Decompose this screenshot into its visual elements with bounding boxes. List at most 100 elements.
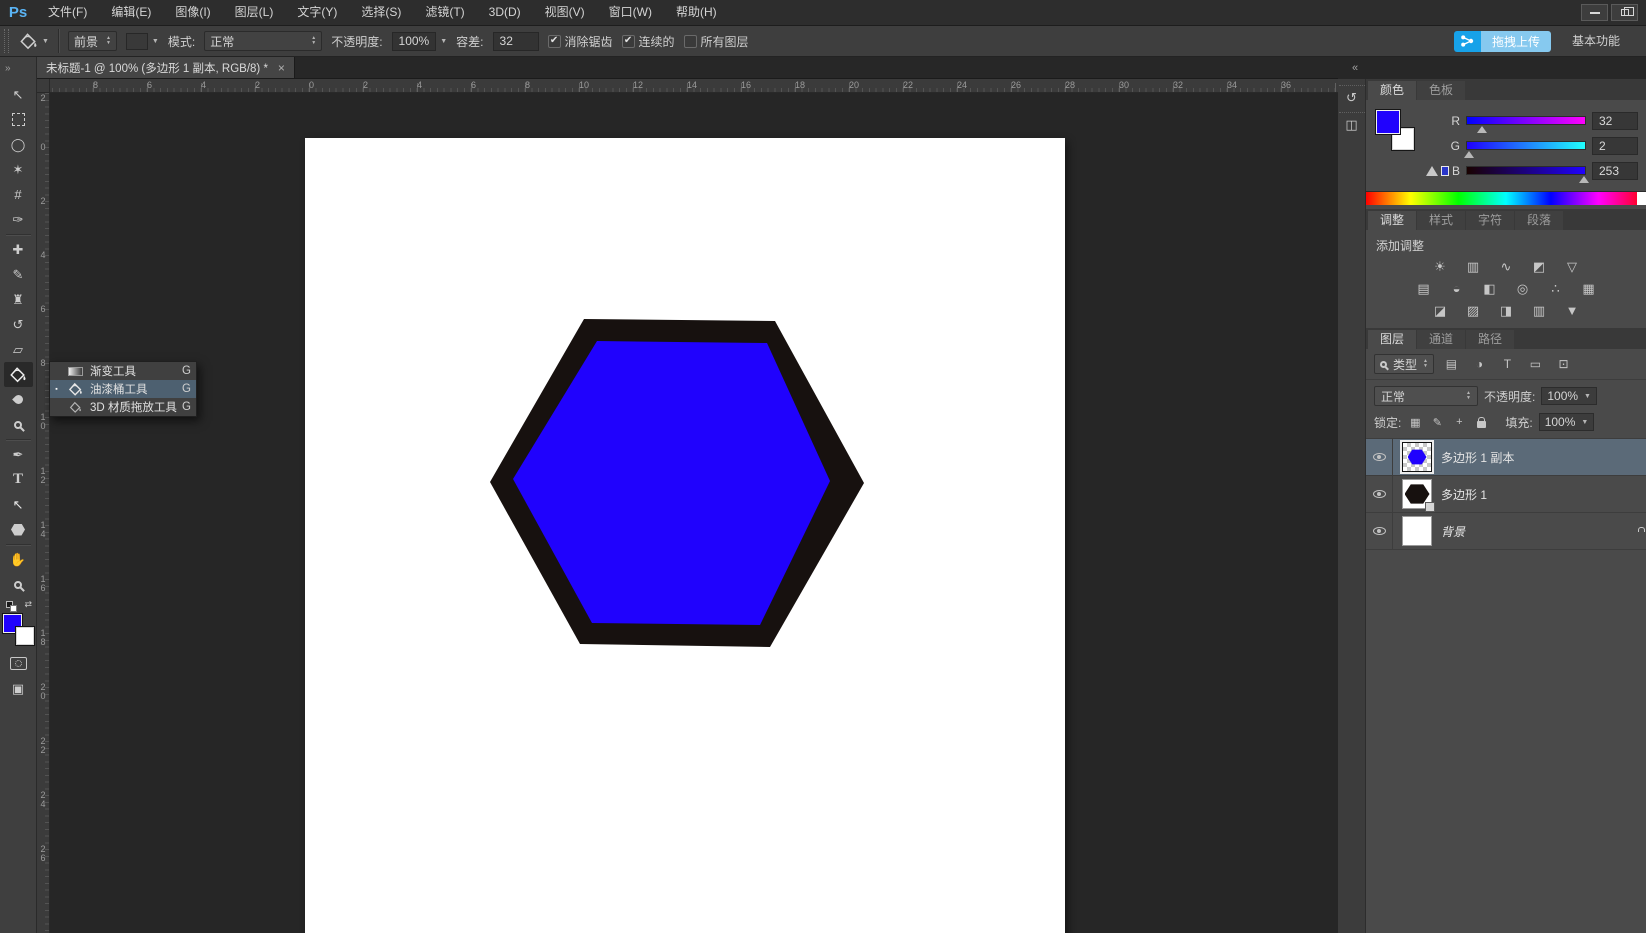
lock-position-icon[interactable]: + (1451, 415, 1467, 430)
red-value[interactable]: 32 (1592, 112, 1638, 130)
layer-row-polygon-1[interactable]: 多边形 1 (1366, 476, 1646, 513)
filter-pixel-layers-icon[interactable]: ▤ (1441, 355, 1462, 373)
layer-name[interactable]: 多边形 1 (1441, 486, 1487, 503)
filter-shape-layers-icon[interactable]: ▭ (1525, 355, 1546, 373)
layer-row-background[interactable]: 背景 (1366, 513, 1646, 550)
color-balance-icon[interactable]: ◒ (1445, 279, 1469, 298)
close-tab-icon[interactable]: × (278, 61, 285, 75)
tab-layers[interactable]: 图层 (1368, 330, 1416, 349)
options-grip[interactable] (4, 29, 9, 53)
workspace-switcher[interactable]: 基本功能 (1560, 27, 1632, 56)
magic-wand-tool[interactable]: ✶ (4, 157, 33, 182)
brightness-contrast-icon[interactable]: ☀ (1428, 257, 1452, 276)
vibrance-icon[interactable]: ▽ (1560, 257, 1584, 276)
filter-smart-objects-icon[interactable]: ⊡ (1553, 355, 1574, 373)
paint-bucket-tool[interactable] (4, 362, 33, 387)
tab-styles[interactable]: 样式 (1417, 211, 1465, 230)
menu-3d[interactable]: 3D(D) (477, 0, 533, 25)
anti-alias-checkbox[interactable]: ✔ (548, 35, 561, 48)
hue-saturation-icon[interactable]: ▤ (1412, 279, 1436, 298)
restore-button[interactable] (1611, 4, 1638, 21)
clone-stamp-tool[interactable]: ♜ (4, 287, 33, 312)
all-layers-option[interactable]: 所有图层 (684, 33, 749, 50)
minimize-button[interactable] (1581, 4, 1608, 21)
menu-select[interactable]: 选择(S) (349, 0, 413, 25)
exposure-icon[interactable]: ◩ (1527, 257, 1551, 276)
layer-name[interactable]: 背景 (1441, 523, 1465, 540)
opacity-value[interactable]: 100% (392, 32, 437, 51)
slider-thumb[interactable] (1464, 151, 1474, 158)
invert-icon[interactable]: ◪ (1428, 301, 1452, 320)
visibility-toggle[interactable] (1366, 439, 1393, 475)
gradient-map-icon[interactable]: ▥ (1527, 301, 1551, 320)
document-canvas[interactable] (305, 138, 1065, 933)
pasteboard[interactable] (50, 93, 1338, 933)
contiguous-option[interactable]: ✔ 连续的 (622, 33, 675, 50)
blue-value[interactable]: 253 (1592, 162, 1638, 180)
tab-channels[interactable]: 通道 (1417, 330, 1465, 349)
pen-tool[interactable]: ✒ (4, 442, 33, 467)
menu-window[interactable]: 窗口(W) (597, 0, 664, 25)
gamut-color-chip[interactable] (1441, 166, 1449, 176)
menu-image[interactable]: 图像(I) (163, 0, 222, 25)
lock-all-icon[interactable] (1473, 415, 1489, 430)
white-chip[interactable] (1637, 192, 1646, 205)
color-lookup-icon[interactable]: ▦ (1577, 279, 1601, 298)
menu-layer[interactable]: 图层(L) (223, 0, 286, 25)
mode-select[interactable]: 正常 ▲▼ (204, 31, 322, 51)
slider-thumb[interactable] (1579, 176, 1589, 183)
filter-type-layers-icon[interactable]: T (1497, 355, 1518, 373)
layer-name[interactable]: 多边形 1 副本 (1441, 449, 1514, 466)
layer-thumbnail[interactable] (1402, 516, 1432, 546)
layer-thumbnail[interactable] (1402, 442, 1432, 472)
channel-mixer-icon[interactable]: ∴ (1544, 279, 1568, 298)
layer-opacity-control[interactable]: 100% ▼ (1541, 387, 1597, 405)
tab-swatches[interactable]: 色板 (1417, 81, 1465, 100)
tab-character[interactable]: 字符 (1466, 211, 1514, 230)
shape-tool[interactable] (4, 517, 33, 542)
red-slider[interactable] (1466, 116, 1586, 125)
type-tool[interactable]: T (4, 467, 33, 492)
filter-kind-select[interactable]: 类型 ▲▼ (1374, 354, 1434, 374)
tool-preset-picker[interactable]: ▼ (19, 32, 49, 51)
black-white-icon[interactable]: ◧ (1478, 279, 1502, 298)
history-panel-button[interactable]: ↺ (1339, 85, 1365, 109)
toolbar-collapse-button[interactable]: » (0, 57, 37, 79)
tab-color[interactable]: 颜色 (1368, 81, 1416, 100)
menu-filter[interactable]: 滤镜(T) (413, 0, 476, 25)
selective-color-icon[interactable]: ▼ (1560, 301, 1584, 320)
fill-source-select[interactable]: 前景 ▲▼ (68, 31, 117, 51)
levels-icon[interactable]: ▥ (1461, 257, 1485, 276)
anti-alias-option[interactable]: ✔ 消除锯齿 (548, 33, 613, 50)
layer-thumbnail[interactable] (1402, 479, 1432, 509)
default-swap-colors[interactable]: ⇄ (3, 599, 33, 612)
pattern-swatch-picker[interactable]: ▼ (126, 33, 159, 50)
foreground-color-swatch[interactable] (1376, 110, 1400, 134)
document-tab[interactable]: 未标题-1 @ 100% (多边形 1 副本, RGB/8) * × (37, 57, 295, 78)
zoom-tool[interactable] (4, 572, 33, 597)
flyout-gradient-tool[interactable]: 渐变工具 G (50, 362, 196, 380)
filter-adjustment-layers-icon[interactable]: ◑ (1469, 355, 1490, 373)
menu-file[interactable]: 文件(F) (36, 0, 99, 25)
hand-tool[interactable]: ✋ (4, 547, 33, 572)
healing-brush-tool[interactable]: ✚ (4, 237, 33, 262)
move-tool[interactable]: ↖ (4, 82, 33, 107)
menu-edit[interactable]: 编辑(E) (99, 0, 163, 25)
threshold-icon[interactable]: ◨ (1494, 301, 1518, 320)
brush-tool[interactable]: ✎ (4, 262, 33, 287)
lock-pixels-icon[interactable]: ✎ (1429, 415, 1445, 430)
all-layers-checkbox[interactable] (684, 35, 697, 48)
blend-mode-select[interactable]: 正常 ▲▼ (1374, 386, 1478, 406)
opacity-control[interactable]: 100% ▼ (392, 32, 448, 51)
photo-filter-icon[interactable]: ◎ (1511, 279, 1535, 298)
eraser-tool[interactable]: ▱ (4, 337, 33, 362)
blue-slider[interactable] (1466, 166, 1586, 175)
background-color-swatch[interactable] (16, 627, 34, 645)
properties-panel-button[interactable]: ◫ (1339, 112, 1365, 136)
history-brush-tool[interactable]: ↺ (4, 312, 33, 337)
menu-type[interactable]: 文字(Y) (285, 0, 349, 25)
slider-thumb[interactable] (1477, 126, 1487, 133)
menu-view[interactable]: 视图(V) (533, 0, 597, 25)
drag-upload-button[interactable]: 拖拽上传 (1454, 31, 1551, 52)
green-value[interactable]: 2 (1592, 137, 1638, 155)
